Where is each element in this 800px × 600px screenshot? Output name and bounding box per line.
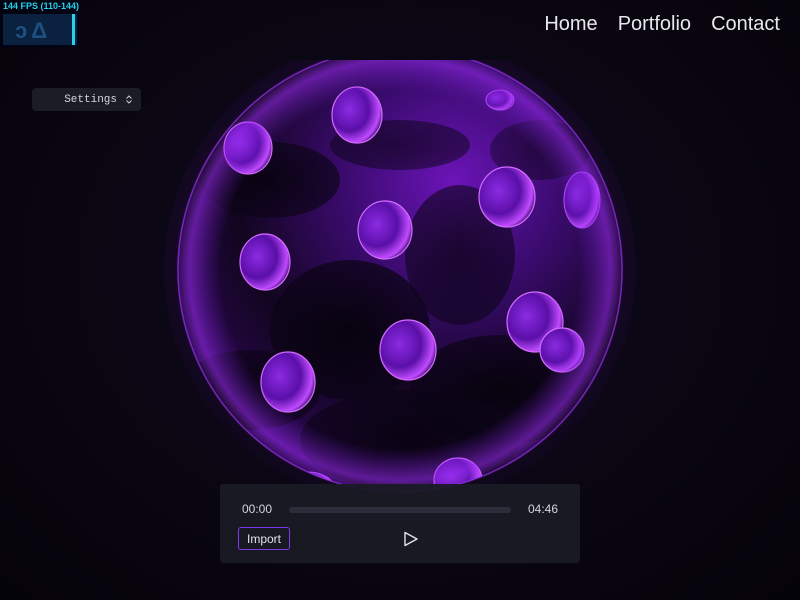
nav-contact-link[interactable]: Contact [711, 13, 780, 36]
import-button[interactable]: Import [238, 527, 290, 550]
audio-sphere-visualization [164, 60, 636, 500]
fps-graph-glyphs: ɔΔ [15, 18, 52, 43]
fps-graph: ɔΔ [3, 14, 77, 45]
top-nav: Home Portfolio Contact [544, 13, 780, 36]
updown-arrows-icon [126, 95, 132, 104]
duration-time: 04:46 [527, 502, 558, 516]
settings-label: Settings [64, 93, 117, 106]
settings-dropdown[interactable]: Settings [32, 88, 141, 111]
play-button[interactable] [402, 530, 420, 548]
fps-meter[interactable]: 144 FPS (110-144) ɔΔ [0, 0, 80, 48]
progress-bar[interactable] [289, 507, 511, 513]
fps-readout: 144 FPS (110-144) [3, 1, 80, 11]
nav-home-link[interactable]: Home [544, 13, 597, 36]
current-time: 00:00 [242, 502, 273, 516]
nav-portfolio-link[interactable]: Portfolio [618, 13, 691, 36]
audio-player: 00:00 04:46 Import [220, 484, 580, 563]
fps-graph-bar [72, 14, 75, 45]
play-icon [404, 531, 418, 547]
visualizer-stage: 144 FPS (110-144) ɔΔ Home Portfolio Cont… [0, 0, 800, 600]
